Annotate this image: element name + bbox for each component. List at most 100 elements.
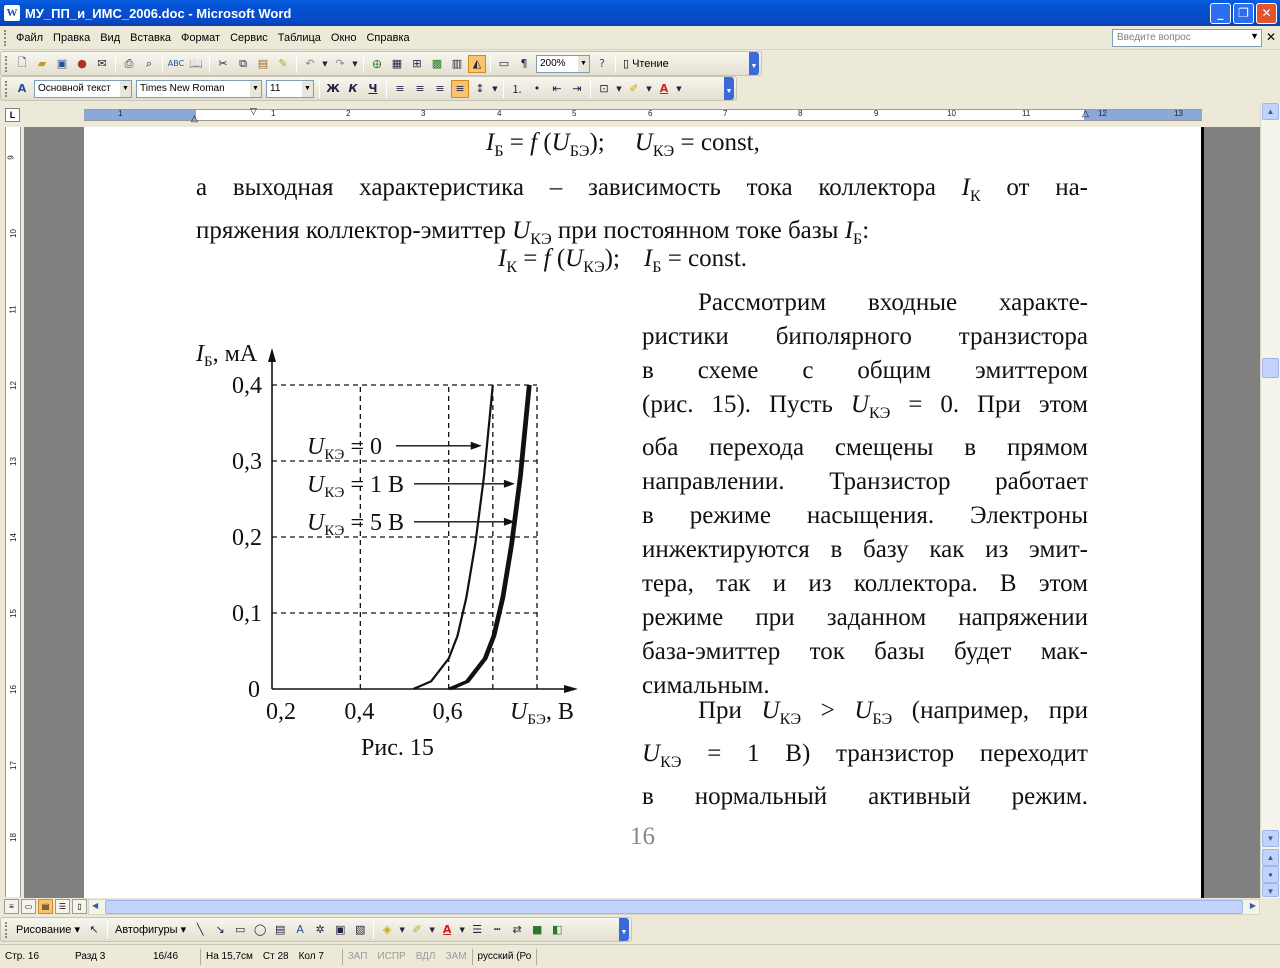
borders-icon[interactable]: ⊡ <box>595 80 613 98</box>
status-extend[interactable]: ВДЛ <box>411 951 441 962</box>
font-color-icon[interactable]: A <box>438 921 456 939</box>
left-indent-marker-icon[interactable]: △ <box>191 113 198 124</box>
word-app-icon[interactable]: W <box>4 5 20 21</box>
menu-insert[interactable]: Вставка <box>125 32 176 44</box>
arrow-style-icon[interactable]: ⇄ <box>508 921 526 939</box>
chevron-down-icon[interactable]: ▼ <box>458 921 466 939</box>
shadow-icon[interactable]: ■ <box>528 921 546 939</box>
picture-icon[interactable]: ▧ <box>351 921 369 939</box>
font-color-icon[interactable]: A <box>655 80 673 98</box>
first-line-indent-marker-icon[interactable]: ▽ <box>250 106 257 117</box>
web-view-icon[interactable]: ▭ <box>21 899 36 914</box>
restore-button[interactable]: ❐ <box>1233 3 1254 24</box>
align-center-icon[interactable]: ≡ <box>411 80 429 98</box>
text-box-icon[interactable]: ▤ <box>271 921 289 939</box>
minimize-button[interactable]: _ <box>1210 3 1231 24</box>
copy-icon[interactable]: ⧉ <box>234 55 252 73</box>
paste-icon[interactable]: ▤ <box>254 55 272 73</box>
highlight-icon[interactable]: ✐ <box>625 80 643 98</box>
menu-edit[interactable]: Правка <box>48 32 95 44</box>
chevron-down-icon[interactable]: ▼ <box>675 80 683 98</box>
wordart-icon[interactable]: A <box>291 921 309 939</box>
scroll-thumb[interactable] <box>1262 358 1279 378</box>
print-layout-icon[interactable]: ▤ <box>38 899 53 914</box>
chevron-down-icon[interactable]: ▼ <box>321 55 329 73</box>
menu-grip-handle[interactable] <box>4 29 8 46</box>
font-select[interactable]: Times New Roman ▼ <box>136 79 262 98</box>
scroll-down-icon[interactable]: ▼ <box>1262 830 1279 847</box>
styles-pane-icon[interactable]: A <box>13 80 31 98</box>
increase-indent-icon[interactable]: ⇥ <box>568 80 586 98</box>
previous-page-icon[interactable]: ▲ <box>1262 849 1279 866</box>
rectangle-icon[interactable]: ▭ <box>231 921 249 939</box>
undo-icon[interactable]: ↶ <box>301 55 319 73</box>
toolbar-grip-handle[interactable] <box>5 55 9 72</box>
select-objects-icon[interactable]: ↖ <box>85 921 103 939</box>
bullets-icon[interactable]: • <box>528 80 546 98</box>
3d-icon[interactable]: ◧ <box>548 921 566 939</box>
chevron-down-icon[interactable]: ▼ <box>398 921 406 939</box>
insert-table-icon[interactable]: ⊞ <box>408 55 426 73</box>
menu-view[interactable]: Вид <box>95 32 125 44</box>
new-document-icon[interactable]: 🗋 <box>13 55 31 73</box>
fill-color-icon[interactable]: ◈ <box>378 921 396 939</box>
status-overtype[interactable]: ЗАМ <box>440 951 471 962</box>
document-map-icon[interactable]: ▭ <box>495 55 513 73</box>
chevron-down-icon[interactable]: ▼ <box>250 80 261 97</box>
chevron-down-icon[interactable]: ▼ <box>491 80 499 98</box>
open-folder-icon[interactable]: ▰ <box>33 55 51 73</box>
email-icon[interactable]: ✉ <box>93 55 111 73</box>
reading-mode-button[interactable]: ▯ Чтение <box>619 57 673 71</box>
horizontal-scroll-thumb[interactable] <box>105 900 1243 914</box>
print-preview-icon[interactable]: ⌕ <box>140 55 158 73</box>
status-language[interactable]: русский (Ро <box>473 951 537 962</box>
status-track-changes[interactable]: ИСПР <box>372 951 410 962</box>
chevron-down-icon[interactable]: ▼ <box>302 80 313 97</box>
clipart-icon[interactable]: ▣ <box>331 921 349 939</box>
chevron-down-icon[interactable]: ▼ <box>645 80 653 98</box>
status-record[interactable]: ЗАП <box>343 951 373 962</box>
underline-button[interactable]: Ч <box>364 80 382 98</box>
normal-view-icon[interactable]: ≡ <box>4 899 19 914</box>
numbering-icon[interactable]: ⒈ <box>508 80 526 98</box>
spelling-icon[interactable]: ABC <box>167 55 185 73</box>
document-close-button[interactable]: ✕ <box>1266 30 1276 44</box>
chevron-down-icon[interactable]: ▼ <box>578 55 589 72</box>
insert-excel-icon[interactable]: ▩ <box>428 55 446 73</box>
toolbar-grip-handle[interactable] <box>5 921 9 938</box>
chevron-down-icon[interactable]: ▼ <box>428 921 436 939</box>
bold-button[interactable]: Ж <box>324 80 342 98</box>
line-spacing-icon[interactable]: ↕ <box>471 80 489 98</box>
menu-file[interactable]: Файл <box>11 32 48 44</box>
cut-icon[interactable]: ✂ <box>214 55 232 73</box>
scroll-left-icon[interactable]: ◀ <box>92 901 98 910</box>
chevron-down-icon[interactable]: ▼ <box>120 80 131 97</box>
save-icon[interactable]: ▣ <box>53 55 71 73</box>
oval-icon[interactable]: ◯ <box>251 921 269 939</box>
tab-selector-button[interactable]: L <box>5 108 20 122</box>
vertical-ruler[interactable]: 9 10 11 12 13 14 15 16 17 18 <box>5 127 21 897</box>
research-icon[interactable]: 📖 <box>187 55 205 73</box>
chevron-down-icon[interactable]: ▼ <box>1250 31 1259 41</box>
menu-window[interactable]: Окно <box>326 32 362 44</box>
italic-button[interactable]: К <box>344 80 362 98</box>
line-icon[interactable]: ╲ <box>191 921 209 939</box>
permission-icon[interactable]: ● <box>73 55 91 73</box>
line-style-icon[interactable]: ☰ <box>468 921 486 939</box>
horizontal-ruler[interactable]: 1 1 2 3 4 5 6 7 8 9 10 11 12 13 △ ▽ △ <box>84 106 1202 124</box>
style-select[interactable]: Основной текст ▼ <box>34 79 132 98</box>
diagram-icon[interactable]: ✲ <box>311 921 329 939</box>
chevron-down-icon[interactable]: ▼ <box>615 80 623 98</box>
scroll-up-icon[interactable]: ▲ <box>1262 103 1279 120</box>
align-left-icon[interactable]: ≡ <box>391 80 409 98</box>
help-icon[interactable]: ? <box>593 55 611 73</box>
toolbar-options-icon[interactable]: ▼ <box>724 77 734 100</box>
chevron-down-icon[interactable]: ▼ <box>351 55 359 73</box>
font-size-select[interactable]: 11 ▼ <box>266 79 314 98</box>
menu-help[interactable]: Справка <box>361 32 414 44</box>
justify-icon[interactable]: ≡ <box>451 79 469 98</box>
columns-icon[interactable]: ▥ <box>448 55 466 73</box>
outline-view-icon[interactable]: ☰ <box>55 899 70 914</box>
next-page-icon[interactable]: ▼ <box>1262 883 1279 897</box>
browse-object-icon[interactable]: ● <box>1262 866 1279 883</box>
